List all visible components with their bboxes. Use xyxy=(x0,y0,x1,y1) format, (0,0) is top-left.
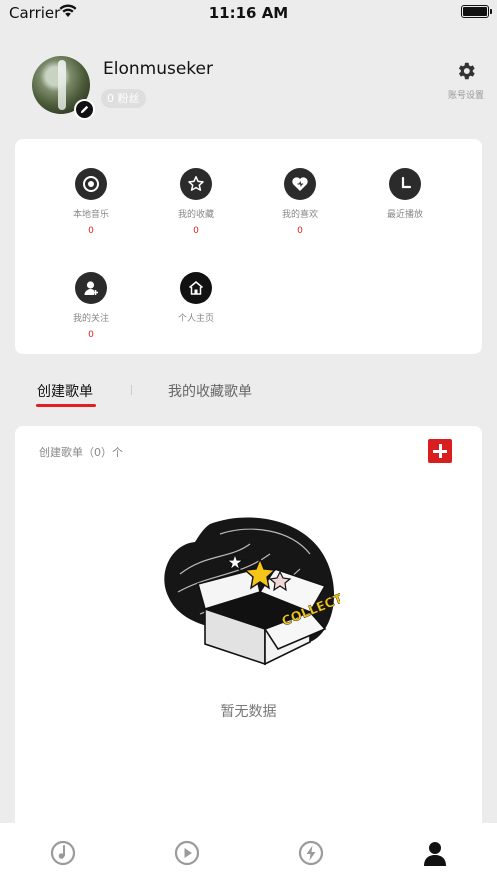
pencil-icon xyxy=(80,105,89,114)
feature-grid: 本地音乐 0 我的收藏 0 我的喜欢 0 最近播放 我的关注 0 个人主页 xyxy=(15,139,482,354)
playlist-tabs: 创建歌单 我的收藏歌单 xyxy=(0,372,497,412)
grid-item-local-music[interactable]: 本地音乐 0 xyxy=(39,168,143,248)
empty-state-text: 暂无数据 xyxy=(220,704,277,720)
battery-icon xyxy=(461,5,492,18)
grid-item-collection[interactable]: 我的收藏 0 xyxy=(144,168,248,248)
grid-item-following[interactable]: 我的关注 0 xyxy=(39,272,143,352)
account-settings-button[interactable]: 账号设置 xyxy=(440,60,492,101)
grid-item-label: 个人主页 xyxy=(177,314,214,324)
clock-icon xyxy=(389,168,421,200)
gear-icon xyxy=(458,62,475,80)
grid-item-label: 最近播放 xyxy=(386,210,423,220)
edit-avatar-button[interactable] xyxy=(74,99,95,120)
username: Elonmuseker xyxy=(103,59,213,79)
music-note-icon[interactable] xyxy=(49,839,77,867)
play-icon[interactable] xyxy=(173,839,201,867)
fans-badge[interactable]: 0 粉丝 xyxy=(101,89,146,108)
grid-item-label: 我的收藏 xyxy=(177,210,214,220)
grid-item-likes[interactable]: 我的喜欢 0 xyxy=(248,168,352,248)
grid-item-label: 我的关注 xyxy=(72,314,109,324)
disc-icon xyxy=(75,168,107,200)
active-tab-indicator xyxy=(36,404,96,407)
grid-item-homepage[interactable]: 个人主页 xyxy=(144,272,248,352)
grid-item-count: 0 xyxy=(88,330,94,340)
settings-label: 账号设置 xyxy=(447,91,484,101)
grid-item-count: 0 xyxy=(88,226,94,236)
tab-divider xyxy=(131,385,132,395)
home-icon xyxy=(180,272,212,304)
lightning-icon[interactable] xyxy=(297,839,325,867)
playlist-card: 创建歌单（0）个 COLLECT 暂无数据 xyxy=(15,426,482,846)
star-icon xyxy=(180,168,212,200)
tab-collected-playlists[interactable]: 我的收藏歌单 xyxy=(168,381,252,401)
grid-item-count: 0 xyxy=(297,226,303,236)
avatar-waterfall xyxy=(58,60,66,110)
heart-icon xyxy=(284,168,316,200)
add-playlist-button[interactable] xyxy=(428,439,452,463)
grid-item-label: 我的喜欢 xyxy=(281,210,318,220)
tab-created-playlists[interactable]: 创建歌单 xyxy=(37,381,93,401)
status-bar: Carrier 11:16 AM xyxy=(0,0,497,26)
playlist-count-label: 创建歌单（0）个 xyxy=(39,446,123,459)
profile-header: Elonmuseker 0 粉丝 账号设置 xyxy=(0,40,497,130)
grid-item-recent-play[interactable]: 最近播放 xyxy=(353,168,457,248)
user-add-icon xyxy=(75,272,107,304)
bottom-tab-bar xyxy=(0,823,497,883)
grid-item-count: 0 xyxy=(193,226,199,236)
grid-item-label: 本地音乐 xyxy=(72,210,109,220)
user-icon[interactable] xyxy=(421,839,449,867)
empty-box-illustration: COLLECT xyxy=(164,517,340,666)
clock: 11:16 AM xyxy=(208,4,289,22)
